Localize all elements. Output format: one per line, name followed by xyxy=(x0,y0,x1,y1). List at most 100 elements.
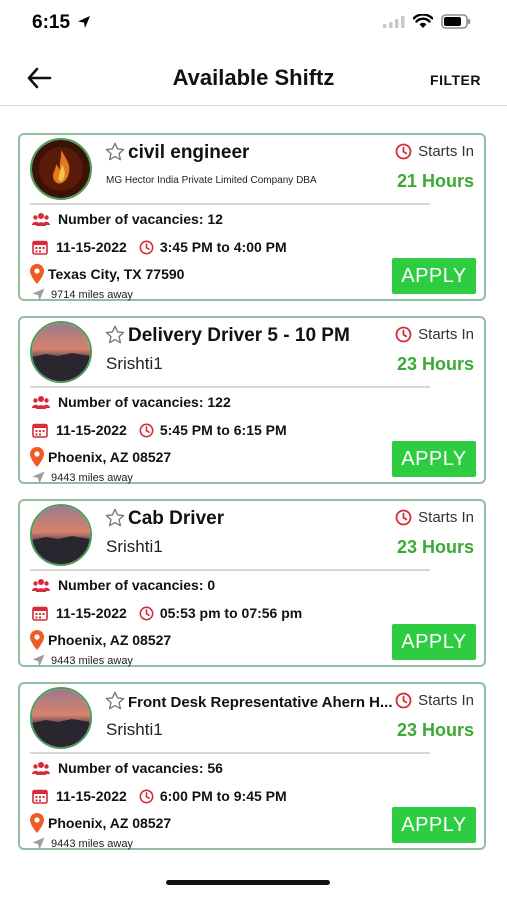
favorite-star-icon[interactable] xyxy=(104,141,126,163)
favorite-star-icon[interactable] xyxy=(104,507,126,529)
vacancies-text: Number of vacancies: 12 xyxy=(58,211,223,227)
shift-date: 11-15-2022 xyxy=(56,422,127,438)
shift-time: 3:45 PM to 4:00 PM xyxy=(159,239,287,255)
company-avatar xyxy=(30,504,92,566)
location-row: Phoenix, AZ 08527 xyxy=(30,447,171,467)
home-indicator[interactable] xyxy=(166,880,330,885)
starts-in-label: Starts In xyxy=(418,692,474,709)
clock-icon xyxy=(395,143,412,160)
company-avatar xyxy=(30,138,92,200)
apply-button[interactable]: APPLY xyxy=(392,624,476,660)
people-icon xyxy=(32,396,50,409)
calendar-icon xyxy=(32,789,48,804)
shift-time: 6:00 PM to 9:45 PM xyxy=(159,788,287,804)
company-name: MG Hector India Private Limited Company … xyxy=(106,175,317,186)
navigation-arrow-icon xyxy=(32,288,45,301)
shift-title: Front Desk Representative Ahern H... xyxy=(128,694,393,711)
divider xyxy=(30,386,430,388)
apply-button[interactable]: APPLY xyxy=(392,441,476,477)
distance-text: 9443 miles away xyxy=(51,837,133,850)
shift-title: civil engineer xyxy=(128,142,250,163)
shift-card[interactable]: civil engineer MG Hector India Private L… xyxy=(18,133,486,301)
company-name: Srishti1 xyxy=(106,354,163,373)
location-row: Phoenix, AZ 08527 xyxy=(30,630,171,650)
clock-icon xyxy=(395,326,412,343)
map-pin-icon xyxy=(30,813,44,833)
clock-icon xyxy=(395,692,412,709)
status-indicators xyxy=(383,14,471,29)
shift-card[interactable]: Cab Driver Srishti1 Starts In 23 Hours N… xyxy=(18,499,486,667)
app-header: Available Shiftz FILTER xyxy=(0,48,507,106)
apply-button[interactable]: APPLY xyxy=(392,258,476,294)
people-icon xyxy=(32,579,50,592)
apply-button[interactable]: APPLY xyxy=(392,807,476,843)
people-icon xyxy=(32,762,50,775)
shift-date: 11-15-2022 xyxy=(56,788,127,804)
hours-until-start: 23 Hours xyxy=(396,354,474,374)
starts-in: Starts In xyxy=(395,326,474,343)
shift-time: 5:45 PM to 6:15 PM xyxy=(159,422,287,438)
shift-card[interactable]: Delivery Driver 5 - 10 PM Srishti1 Start… xyxy=(18,316,486,484)
distance-row: 9443 miles away xyxy=(32,654,133,667)
status-time: 6:15 xyxy=(32,12,71,33)
clock-icon xyxy=(395,509,412,526)
shift-location: Phoenix, AZ 08527 xyxy=(48,449,172,465)
distance-row: 9443 miles away xyxy=(32,837,133,850)
favorite-star-icon[interactable] xyxy=(104,690,126,712)
company-name: Srishti1 xyxy=(106,537,163,556)
shift-time: 05:53 pm to 07:56 pm xyxy=(159,605,303,621)
people-icon xyxy=(32,213,50,226)
wifi-icon xyxy=(413,14,433,28)
navigation-arrow-icon xyxy=(32,471,45,484)
vacancies-row: Number of vacancies: 0 xyxy=(32,577,215,593)
shift-location: Phoenix, AZ 08527 xyxy=(48,632,172,648)
starts-in-label: Starts In xyxy=(418,143,474,160)
signal-icon xyxy=(383,15,405,28)
calendar-icon xyxy=(32,240,48,255)
shift-title: Cab Driver xyxy=(128,508,225,529)
map-pin-icon xyxy=(30,447,44,467)
hours-until-start: 21 Hours xyxy=(396,171,474,191)
shift-card[interactable]: Front Desk Representative Ahern H... Sri… xyxy=(18,682,486,850)
hours-until-start: 23 Hours xyxy=(396,537,474,557)
shift-title: Delivery Driver 5 - 10 PM xyxy=(128,325,350,346)
distance-text: 9714 miles away xyxy=(51,288,133,301)
company-avatar xyxy=(30,687,92,749)
shift-location: Texas City, TX 77590 xyxy=(48,266,185,282)
starts-in-label: Starts In xyxy=(418,326,474,343)
divider xyxy=(30,569,430,571)
map-pin-icon xyxy=(30,630,44,650)
battery-icon xyxy=(441,14,471,29)
calendar-icon xyxy=(32,606,48,621)
clock-icon xyxy=(139,423,154,437)
location-row: Texas City, TX 77590 xyxy=(30,264,184,284)
calendar-icon xyxy=(32,423,48,438)
shift-date: 11-15-2022 xyxy=(56,605,127,621)
schedule-row: 11-15-2022 05:53 pm to 07:56 pm xyxy=(32,605,302,621)
status-bar: 6:15 xyxy=(0,0,507,48)
map-pin-icon xyxy=(30,264,44,284)
starts-in-label: Starts In xyxy=(418,509,474,526)
filter-button[interactable]: FILTER xyxy=(430,72,481,88)
clock-icon xyxy=(139,240,154,254)
location-arrow-icon xyxy=(78,16,90,28)
vacancies-text: Number of vacancies: 122 xyxy=(58,394,231,410)
navigation-arrow-icon xyxy=(32,654,45,667)
divider xyxy=(30,752,430,754)
clock-icon xyxy=(139,789,154,803)
vacancies-text: Number of vacancies: 56 xyxy=(58,760,223,776)
vacancies-row: Number of vacancies: 12 xyxy=(32,211,223,227)
schedule-row: 11-15-2022 3:45 PM to 4:00 PM xyxy=(32,239,287,255)
vacancies-text: Number of vacancies: 0 xyxy=(58,577,216,593)
distance-text: 9443 miles away xyxy=(51,471,133,484)
starts-in: Starts In xyxy=(395,692,474,709)
distance-row: 9443 miles away xyxy=(32,471,133,484)
divider xyxy=(30,203,430,205)
distance-text: 9443 miles away xyxy=(51,654,133,667)
clock-icon xyxy=(139,606,154,620)
hours-until-start: 23 Hours xyxy=(396,720,474,740)
schedule-row: 11-15-2022 5:45 PM to 6:15 PM xyxy=(32,422,287,438)
location-row: Phoenix, AZ 08527 xyxy=(30,813,171,833)
favorite-star-icon[interactable] xyxy=(104,324,126,346)
vacancies-row: Number of vacancies: 56 xyxy=(32,760,223,776)
